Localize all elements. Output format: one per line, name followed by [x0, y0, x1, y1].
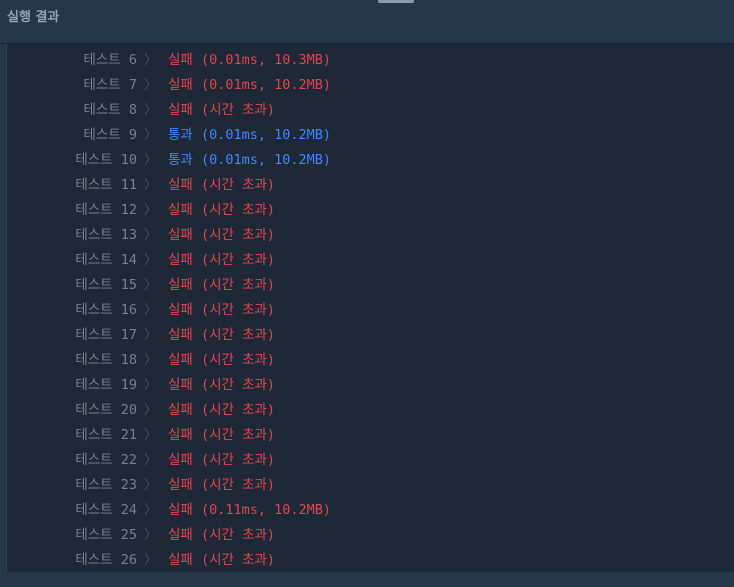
result-fail: 실패 (시간 초과)	[168, 452, 276, 468]
result-fail: 실패 (시간 초과)	[168, 477, 276, 493]
chevron-right-icon: 〉	[144, 278, 158, 293]
chevron-right-icon: 〉	[144, 503, 158, 518]
test-case-label: 테스트 21	[75, 427, 137, 443]
chevron-right-icon: 〉	[144, 453, 158, 468]
test-case-label: 테스트 19	[75, 377, 137, 393]
result-fail: 실패 (시간 초과)	[168, 202, 276, 218]
result-fail: 실패 (시간 초과)	[168, 352, 276, 368]
test-case-label: 테스트 10	[75, 152, 137, 168]
chevron-right-icon: 〉	[144, 553, 158, 568]
bottom-bar	[0, 572, 734, 587]
chevron-right-icon: 〉	[144, 128, 158, 143]
test-case-label: 테스트 13	[75, 227, 137, 243]
test-case-label: 테스트 18	[75, 352, 137, 368]
chevron-right-icon: 〉	[144, 428, 158, 443]
chevron-right-icon: 〉	[144, 478, 158, 493]
result-fail: 실패 (0.11ms, 10.2MB)	[168, 502, 332, 518]
chevron-right-icon: 〉	[144, 228, 158, 243]
result-fail: 실패 (시간 초과)	[168, 102, 276, 118]
result-fail: 실패 (시간 초과)	[168, 227, 276, 243]
test-case-label: 테스트 26	[75, 552, 137, 568]
result-fail: 실패 (시간 초과)	[168, 252, 276, 268]
chevron-right-icon: 〉	[144, 253, 158, 268]
result-fail: 실패 (시간 초과)	[168, 277, 276, 293]
result-fail: 실패 (시간 초과)	[168, 527, 276, 543]
chevron-right-icon: 〉	[144, 53, 158, 68]
test-case-label: 테스트 22	[75, 452, 137, 468]
test-case-label: 테스트 23	[75, 477, 137, 493]
chevron-right-icon: 〉	[144, 153, 158, 168]
test-case-label: 테스트 25	[75, 527, 137, 543]
test-case-label: 테스트 17	[75, 327, 137, 343]
result-pass: 통과 (0.01ms, 10.2MB)	[168, 152, 332, 168]
result-fail: 실패 (시간 초과)	[168, 427, 276, 443]
test-case-label: 테스트 6	[83, 52, 137, 68]
result-fail: 실패 (0.01ms, 10.3MB)	[168, 52, 332, 68]
result-fail: 실패 (시간 초과)	[168, 302, 276, 318]
test-case-label: 테스트 16	[75, 302, 137, 318]
result-fail: 실패 (0.01ms, 10.2MB)	[168, 77, 332, 93]
result-panel-header: 실행 결과	[0, 0, 734, 44]
chevron-right-icon: 〉	[144, 353, 158, 368]
test-case-label: 테스트 7	[83, 77, 137, 93]
chevron-right-icon: 〉	[144, 103, 158, 118]
resize-handle[interactable]	[378, 0, 414, 3]
test-case-label: 테스트 15	[75, 277, 137, 293]
test-case-label: 테스트 12	[75, 202, 137, 218]
chevron-right-icon: 〉	[144, 403, 158, 418]
test-case-label: 테스트 20	[75, 402, 137, 418]
chevron-right-icon: 〉	[144, 203, 158, 218]
chevron-right-icon: 〉	[144, 378, 158, 393]
result-list-container[interactable]: 테스트 6 〉 실패 (0.01ms, 10.3MB) 테스트 7 〉 실패 (0.01m…	[6, 44, 734, 572]
result-pass: 통과 (0.01ms, 10.2MB)	[168, 127, 332, 143]
result-fail: 실패 (시간 초과)	[168, 327, 276, 343]
chevron-right-icon: 〉	[144, 328, 158, 343]
test-case-label: 테스트 14	[75, 252, 137, 268]
result-fail: 실패 (시간 초과)	[168, 377, 276, 393]
chevron-right-icon: 〉	[144, 528, 158, 543]
test-case-label: 테스트 8	[83, 102, 137, 118]
test-case-label: 테스트 11	[75, 177, 137, 193]
chevron-right-icon: 〉	[144, 303, 158, 318]
test-case-label: 테스트 9	[83, 127, 137, 143]
test-case-label: 테스트 24	[75, 502, 137, 518]
result-panel: 실행 결과 테스트 6 〉 실패 (0.01ms, 10.3MB) 테스트 7 〉 실패 …	[0, 0, 734, 587]
result-fail: 실패 (시간 초과)	[168, 552, 276, 568]
result-fail: 실패 (시간 초과)	[168, 402, 276, 418]
panel-title: 실행 결과	[7, 10, 60, 25]
chevron-right-icon: 〉	[144, 78, 158, 93]
chevron-right-icon: 〉	[144, 178, 158, 193]
result-fail: 실패 (시간 초과)	[168, 177, 276, 193]
